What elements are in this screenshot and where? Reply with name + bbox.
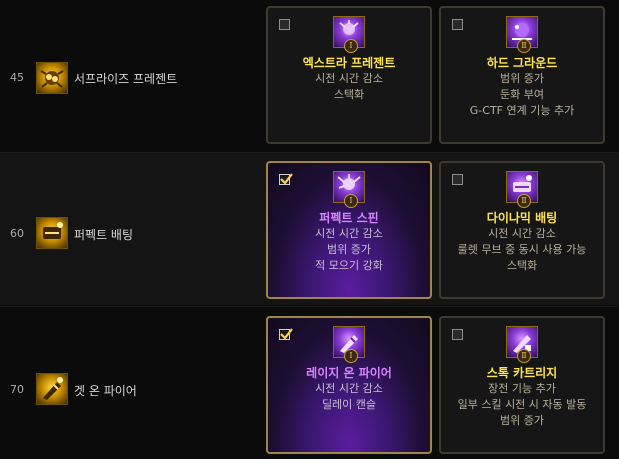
option-title: 엑스트라 프레젠트 (302, 56, 396, 70)
option-description: 시전 시간 감소 룰렛 무브 중 동시 사용 가능 스택화 (441, 226, 603, 274)
option-title: 스톡 카트리지 (486, 366, 558, 380)
option-description: 시전 시간 감소 범위 증가 적 모으기 강화 (268, 226, 430, 274)
skill-row-70: 70 겟 온 파이어 Ⅰ 레이지 온 파이어 시전 시간 감소 딜레이 캔슬 Ⅱ… (0, 307, 619, 459)
option-description: 범위 증가 둔화 부여 G-CTF 연계 기능 추가 (441, 71, 603, 119)
tier-badge: Ⅱ (517, 194, 531, 208)
get-on-fire-icon (36, 373, 68, 405)
checkmark-icon (280, 173, 293, 185)
tier-badge: Ⅰ (344, 349, 358, 363)
tripod-option-rage-on-fire[interactable]: Ⅰ 레이지 온 파이어 시전 시간 감소 딜레이 캔슬 (266, 316, 432, 454)
option-checkbox[interactable] (279, 173, 293, 185)
skill-level: 70 (10, 383, 24, 396)
desc-line: 시전 시간 감소 (315, 382, 383, 395)
perfect-bet-icon (36, 217, 68, 249)
option-title: 하드 그라운드 (486, 56, 558, 70)
desc-line: 스택화 (333, 88, 365, 101)
tier-badge: Ⅱ (517, 39, 531, 53)
option-checkbox[interactable] (452, 329, 463, 340)
option-title: 레이지 온 파이어 (306, 366, 392, 380)
desc-line: 시전 시간 감소 (488, 227, 556, 240)
desc-line: 적 모으기 강화 (315, 259, 383, 272)
option-description: 시전 시간 감소 스택화 (268, 71, 430, 103)
desc-line: 스택화 (506, 259, 538, 272)
desc-line: 범위 증가 (327, 243, 371, 256)
desc-line: 일부 스킬 시전 시 자동 발동 (457, 398, 587, 411)
option-checkbox[interactable] (452, 174, 463, 185)
skill-row-60: 60 퍼펙트 배팅 Ⅰ 퍼펙트 스핀 시전 시간 감소 범위 증가 적 모으기 … (0, 153, 619, 305)
skill-name: 겟 온 파이어 (74, 384, 137, 398)
option-checkbox[interactable] (279, 328, 293, 340)
tripod-option-hard-ground[interactable]: Ⅱ 하드 그라운드 범위 증가 둔화 부여 G-CTF 연계 기능 추가 (439, 6, 605, 144)
tripod-skill-icon: Ⅱ (506, 16, 538, 53)
desc-line: 딜레이 캔슬 (321, 398, 377, 411)
skill-row-45: 45 서프라이즈 프레젠트 Ⅰ 엑스트라 프레젠트 시전 시간 감소 스택화 Ⅱ… (0, 0, 619, 152)
desc-line: 장전 기능 추가 (488, 382, 556, 395)
tripod-skill-icon: Ⅰ (333, 16, 365, 53)
tier-badge: Ⅰ (344, 194, 358, 208)
option-title: 다이나믹 배팅 (486, 211, 558, 225)
checkmark-icon (280, 328, 293, 340)
skill-name: 서프라이즈 프레젠트 (74, 72, 178, 86)
desc-line: 시전 시간 감소 (315, 72, 383, 85)
tripod-option-stock-cartridge[interactable]: Ⅱ 스톡 카트리지 장전 기능 추가 일부 스킬 시전 시 자동 발동 범위 증… (439, 316, 605, 454)
tripod-option-extra-present[interactable]: Ⅰ 엑스트라 프레젠트 시전 시간 감소 스택화 (266, 6, 432, 144)
gift-explosion-icon (36, 62, 68, 94)
tripod-option-perfect-spin[interactable]: Ⅰ 퍼펙트 스핀 시전 시간 감소 범위 증가 적 모으기 강화 (266, 161, 432, 299)
tripod-skill-icon: Ⅱ (506, 326, 538, 363)
skill-level: 45 (10, 71, 24, 84)
option-checkbox[interactable] (452, 19, 463, 30)
option-description: 장전 기능 추가 일부 스킬 시전 시 자동 발동 범위 증가 (441, 381, 603, 429)
option-description: 시전 시간 감소 딜레이 캔슬 (268, 381, 430, 413)
skill-name: 퍼펙트 배팅 (74, 228, 134, 242)
tripod-skill-icon: Ⅰ (333, 171, 365, 208)
option-title: 퍼펙트 스핀 (319, 211, 379, 225)
desc-line: 시전 시간 감소 (315, 227, 383, 240)
tripod-option-dynamic-bet[interactable]: Ⅱ 다이나믹 배팅 시전 시간 감소 룰렛 무브 중 동시 사용 가능 스택화 (439, 161, 605, 299)
tier-badge: Ⅰ (344, 39, 358, 53)
tripod-skill-icon: Ⅱ (506, 171, 538, 208)
option-checkbox[interactable] (279, 19, 290, 30)
desc-line: 범위 증가 (500, 72, 544, 85)
desc-line: 룰렛 무브 중 동시 사용 가능 (457, 243, 587, 256)
tier-badge: Ⅱ (517, 349, 531, 363)
skill-level: 60 (10, 227, 24, 240)
desc-line: G-CTF 연계 기능 추가 (469, 104, 575, 117)
tripod-skill-icon: Ⅰ (333, 326, 365, 363)
desc-line: 둔화 부여 (500, 88, 544, 101)
desc-line: 범위 증가 (500, 414, 544, 427)
